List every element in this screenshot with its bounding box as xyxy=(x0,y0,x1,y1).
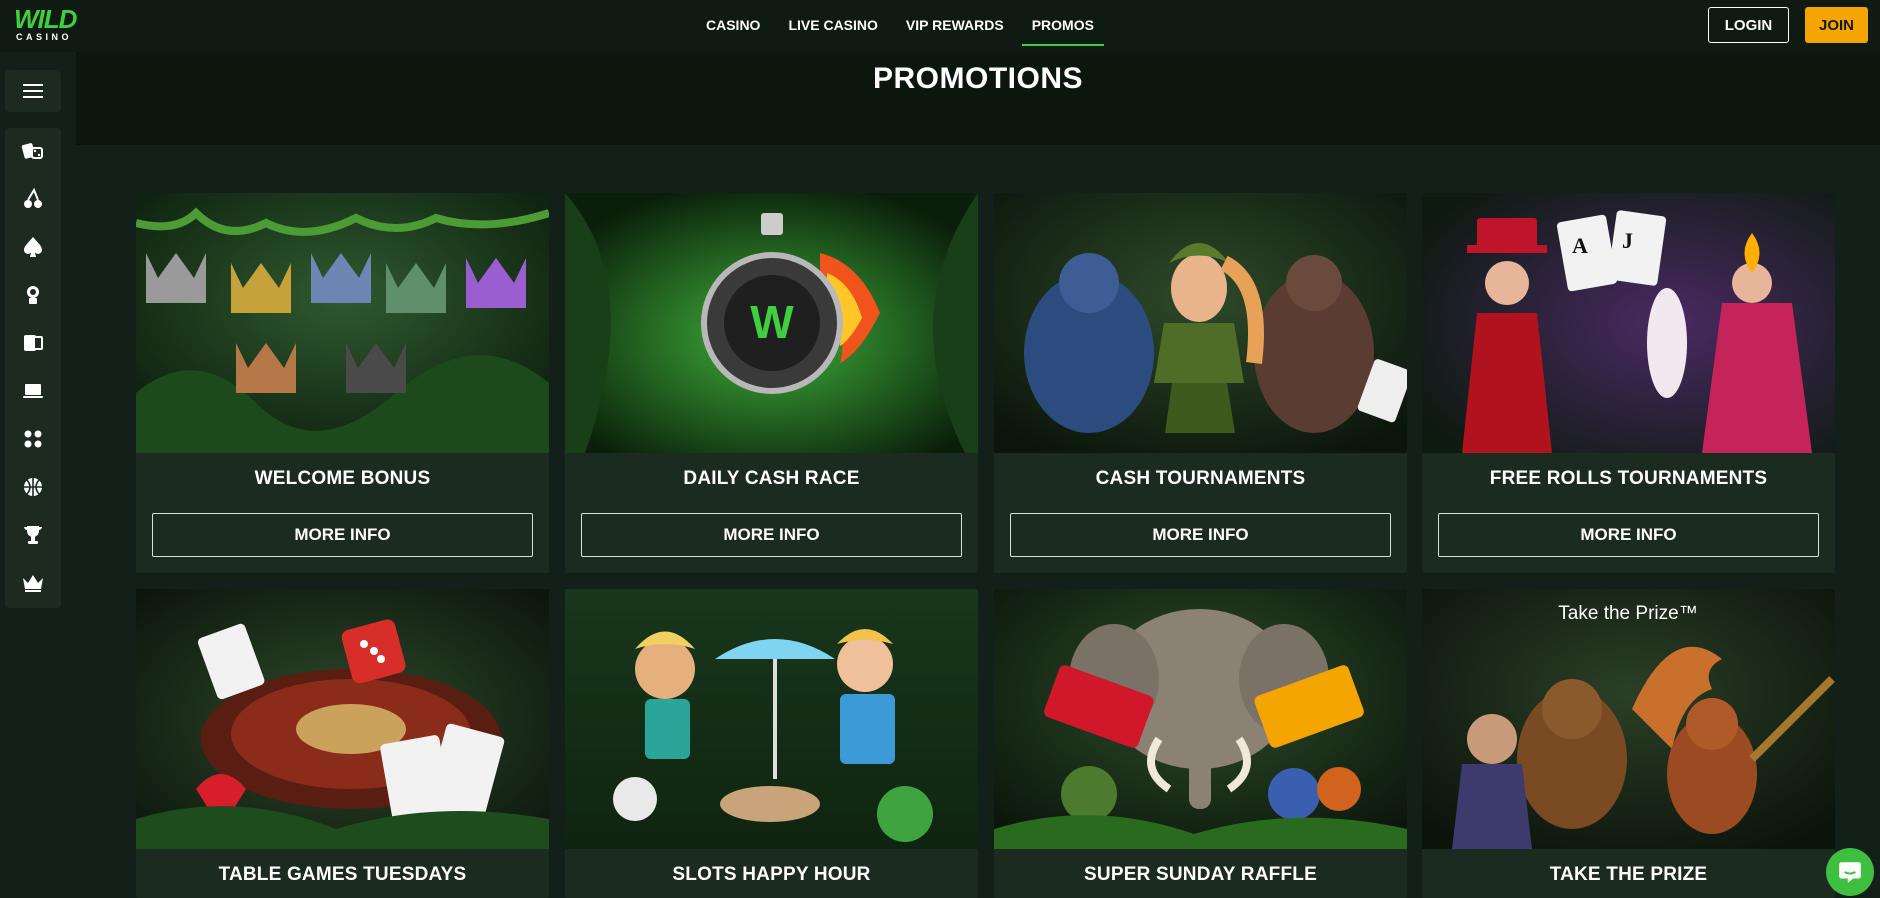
page-title: PROMOTIONS xyxy=(872,62,1083,95)
promo-image-daily-cash-race[interactable]: W xyxy=(565,193,978,453)
promo-card-daily-cash-race: W DAILY CASH RACE MORE INFO xyxy=(565,193,978,573)
promo-title: SLOTS HAPPY HOUR xyxy=(672,864,871,885)
promo-title: CASH TOURNAMENTS xyxy=(1095,468,1306,489)
sidebar-item-poker[interactable] xyxy=(5,227,61,267)
chat-icon xyxy=(1839,862,1861,883)
promo-card-slots-happy-hour: SLOTS HAPPY HOUR xyxy=(565,589,978,898)
spade-icon xyxy=(24,237,42,257)
take-the-prize-logo-text: Take the Prize™ xyxy=(1558,603,1697,624)
dealer-icon xyxy=(27,286,39,304)
promo-card-super-sunday-raffle: SUPER SUNDAY RAFFLE xyxy=(994,589,1407,898)
main-nav: CASINO LIVE CASINO VIP REWARDS PROMOS xyxy=(696,0,1112,46)
promo-title: WELCOME BONUS xyxy=(254,468,431,489)
promo-image-cash-tournaments[interactable] xyxy=(994,193,1407,453)
nav-vip-rewards[interactable]: VIP REWARDS xyxy=(896,0,1014,46)
more-info-button[interactable]: MORE INFO xyxy=(152,513,533,557)
promo-card-table-games-tuesdays: TABLE GAMES TUESDAYS xyxy=(136,589,549,898)
trophy-icon xyxy=(24,526,42,544)
crown-icon xyxy=(23,575,43,592)
promo-image-slots-happy-hour[interactable] xyxy=(565,589,978,849)
promo-title: TABLE GAMES TUESDAYS xyxy=(218,864,467,885)
sidebar-item-live-dealer[interactable] xyxy=(5,275,61,315)
sidebar-item-sports[interactable] xyxy=(5,467,61,507)
promotions-header-band: PROMOTIONS xyxy=(76,52,1880,145)
sidebar-menu-toggle[interactable] xyxy=(5,70,61,112)
nav-live-casino[interactable]: LIVE CASINO xyxy=(778,0,887,46)
sidebar-categories xyxy=(5,128,61,608)
sidebar-item-tournaments[interactable] xyxy=(5,515,61,555)
dice-cards-icon xyxy=(21,143,43,159)
svg-text:A: A xyxy=(1572,233,1588,258)
promo-title: FREE ROLLS TOURNAMENTS xyxy=(1489,468,1768,489)
promo-image-super-sunday-raffle[interactable] xyxy=(994,589,1407,849)
cherries-icon xyxy=(24,187,42,208)
hamburger-icon xyxy=(23,84,43,98)
promo-image-take-the-prize[interactable]: Take the Prize™ xyxy=(1422,589,1835,849)
more-info-button[interactable]: MORE INFO xyxy=(1010,513,1391,557)
promo-title: DAILY CASH RACE xyxy=(683,468,860,489)
promo-image-table-games-tuesdays[interactable] xyxy=(136,589,549,849)
sidebar-item-jackpots[interactable] xyxy=(5,323,61,363)
jackpot-icon xyxy=(24,335,43,351)
sidebar-item-games[interactable] xyxy=(5,131,61,171)
grid-dots-icon xyxy=(24,430,42,448)
promo-card-welcome-bonus: WELCOME BONUS MORE INFO xyxy=(136,193,549,573)
promo-title: SUPER SUNDAY RAFFLE xyxy=(1084,864,1317,885)
svg-text:J: J xyxy=(1622,228,1633,253)
sidebar-item-slots[interactable] xyxy=(5,179,61,219)
promo-card-free-rolls-tournaments: A J FREE ROLLS TOURNAMENTS MORE INFO xyxy=(1422,193,1835,573)
more-info-button[interactable]: MORE INFO xyxy=(1438,513,1819,557)
promo-card-cash-tournaments: CASH TOURNAMENTS MORE INFO xyxy=(994,193,1407,573)
nav-promos[interactable]: PROMOS xyxy=(1021,0,1104,46)
join-button[interactable]: JOIN xyxy=(1805,7,1868,43)
sidebar-item-vip[interactable] xyxy=(5,563,61,603)
top-header: WILD CASINO CASINO LIVE CASINO VIP REWAR… xyxy=(0,0,1880,52)
basketball-icon xyxy=(24,478,42,496)
logo-subtitle: CASINO xyxy=(16,32,73,42)
more-info-button[interactable]: MORE INFO xyxy=(581,513,962,557)
promo-image-welcome-bonus[interactable] xyxy=(136,193,549,453)
login-button[interactable]: LOGIN xyxy=(1708,7,1789,43)
promo-card-take-the-prize: Take the Prize™ TAKE THE PRIZE xyxy=(1422,589,1835,898)
promo-title: TAKE THE PRIZE xyxy=(1549,864,1708,885)
sidebar-item-virtual[interactable] xyxy=(5,371,61,411)
laptop-icon xyxy=(23,384,43,398)
wild-casino-logo[interactable]: WILD CASINO xyxy=(14,4,88,43)
logo-wordmark: WILD xyxy=(14,4,77,34)
nav-casino[interactable]: CASINO xyxy=(696,0,770,46)
live-chat-button[interactable] xyxy=(1826,848,1874,896)
svg-text:W: W xyxy=(750,296,794,348)
promo-image-free-rolls-tournaments[interactable]: A J xyxy=(1422,193,1835,453)
sidebar-item-specialty[interactable] xyxy=(5,419,61,459)
